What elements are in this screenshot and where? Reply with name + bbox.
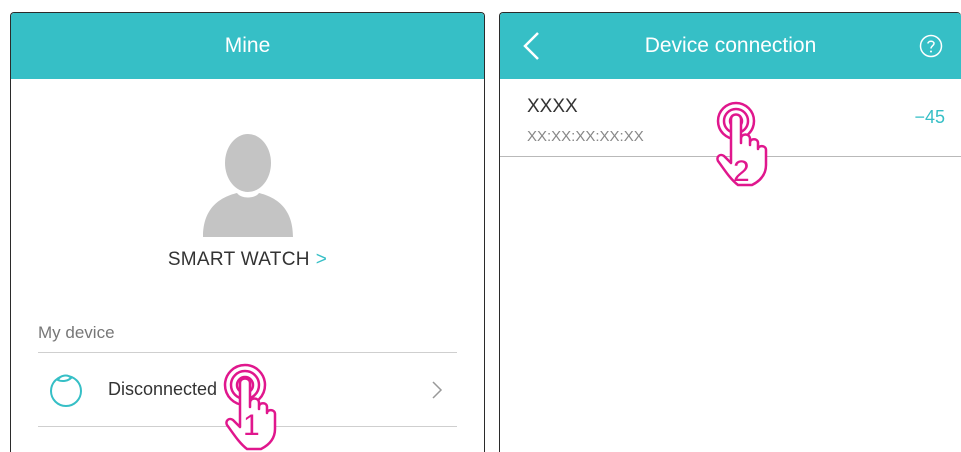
signal-strength: −45 bbox=[914, 107, 945, 127]
device-name: XXXX bbox=[527, 96, 578, 117]
mine-screen: Mine SMART WATCH > My device Disconnected… bbox=[10, 12, 485, 452]
scan-result-row[interactable]: XXXX XX:XX:XX:XX:XX −45 bbox=[500, 79, 961, 156]
section-label-my-device: My device bbox=[38, 323, 115, 342]
watch-icon bbox=[50, 374, 82, 407]
chevron-right-icon bbox=[432, 381, 443, 399]
divider bbox=[500, 156, 961, 157]
help-icon[interactable] bbox=[919, 34, 943, 58]
device-status: Disconnected bbox=[108, 379, 218, 399]
device-mac-address: XX:XX:XX:XX:XX bbox=[527, 128, 644, 145]
page-title: Device connection bbox=[644, 34, 817, 57]
device-connection-header: Device connection bbox=[500, 13, 961, 79]
profile-name: SMART WATCH bbox=[167, 249, 310, 270]
user-avatar-icon[interactable] bbox=[203, 133, 293, 237]
profile-name-link[interactable]: SMART WATCH > bbox=[11, 249, 484, 271]
device-row[interactable]: Disconnected bbox=[38, 353, 457, 426]
chevron-right-icon: > bbox=[315, 249, 328, 270]
divider bbox=[38, 426, 457, 427]
mine-header: Mine bbox=[11, 13, 484, 79]
page-title: Mine bbox=[224, 34, 271, 57]
device-connection-screen: Device connection XXXX XX:XX:XX:XX:XX −4… bbox=[499, 12, 961, 452]
step-number-2: 2 bbox=[733, 155, 750, 188]
